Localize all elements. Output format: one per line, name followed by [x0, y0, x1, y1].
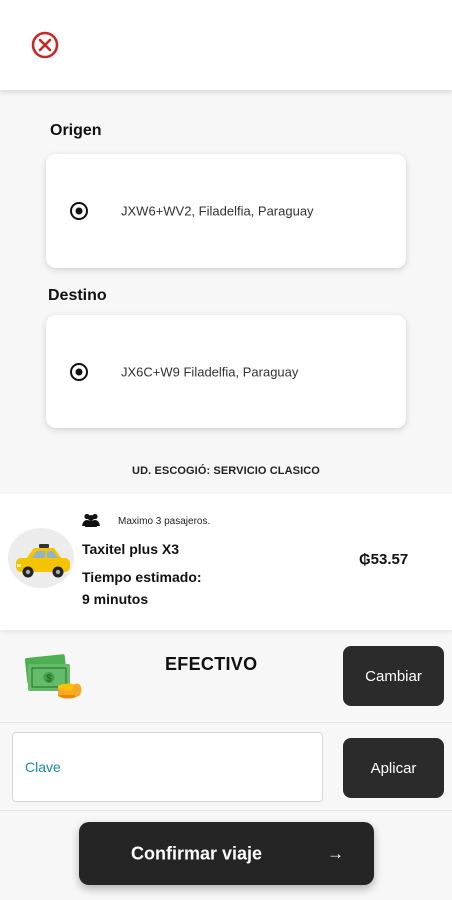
close-icon[interactable]	[30, 30, 60, 60]
destination-address: JX6C+W9 Filadelfia, Paraguay	[121, 364, 299, 379]
eta-value: 9 minutos	[82, 591, 149, 607]
eta-label: Tiempo estimado:	[82, 569, 202, 585]
origin-label: Origen	[50, 122, 102, 139]
arrow-right-icon: →	[327, 843, 344, 863]
taxi-car-icon	[8, 528, 74, 588]
destination-label: Destino	[48, 287, 107, 304]
payment-row: $ EFECTIVO Cambiar	[0, 640, 452, 720]
promo-code-input[interactable]	[12, 732, 323, 802]
top-bar	[0, 0, 452, 90]
cash-icon: $	[24, 654, 82, 700]
ride-option-panel[interactable]: Maximo 3 pasajeros. Taxitel plus X3 Tiem…	[0, 494, 452, 630]
ride-price: ₲53.57	[359, 551, 409, 568]
change-payment-button[interactable]: Cambiar	[343, 646, 444, 706]
passengers-icon	[82, 513, 100, 527]
divider	[0, 810, 452, 811]
payment-method: EFECTIVO	[165, 654, 258, 674]
selected-service-note: UD. ESCOGIÓ: SERVICIO CLASICO	[132, 465, 320, 477]
origin-card[interactable]: JXW6+WV2, Filadelfia, Paraguay	[46, 154, 406, 268]
confirm-trip-button[interactable]: Confirmar viaje →	[79, 822, 374, 885]
vehicle-name: Taxitel plus X3	[82, 541, 179, 557]
divider	[0, 722, 452, 723]
radio-selected-icon	[70, 202, 88, 220]
svg-text:$: $	[46, 674, 52, 685]
destination-card[interactable]: JX6C+W9 Filadelfia, Paraguay	[46, 315, 406, 428]
apply-promo-button[interactable]: Aplicar	[343, 738, 444, 798]
confirm-trip-label: Confirmar viaje	[131, 843, 263, 863]
radio-selected-icon	[70, 362, 88, 381]
origin-address: JXW6+WV2, Filadelfia, Paraguay	[121, 203, 314, 219]
max-passengers-text: Maximo 3 pasajeros.	[118, 516, 211, 527]
